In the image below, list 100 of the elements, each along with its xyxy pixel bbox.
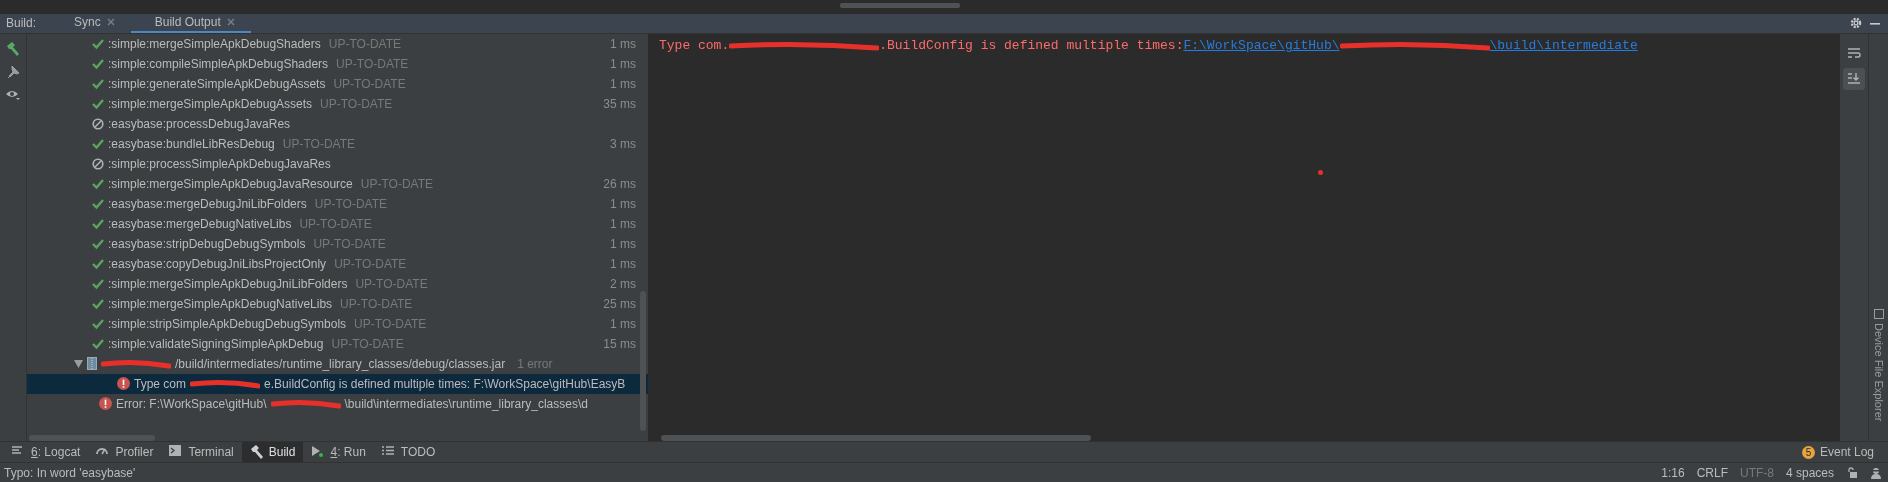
task-status: UP-TO-DATE: [334, 256, 407, 271]
file-link[interactable]: \build\intermediate: [1489, 38, 1638, 54]
check-icon: [92, 257, 104, 270]
device-icon: [1873, 308, 1884, 319]
scrollbar-thumb[interactable]: [640, 290, 646, 431]
check-icon: [92, 317, 104, 330]
task-name: :easybase:mergeDebugJniLibFolders: [108, 196, 307, 211]
eye-icon[interactable]: [5, 88, 21, 101]
task-status: UP-TO-DATE: [328, 36, 401, 51]
error-icon: [99, 397, 112, 411]
task-duration: 1 ms: [610, 36, 636, 51]
redaction-scribble: [101, 357, 171, 370]
play-icon: [311, 445, 326, 460]
status-message: Typo: In word 'easybase': [4, 465, 136, 480]
check-icon: [92, 177, 104, 190]
event-log-button[interactable]: 5 Event Log: [1801, 442, 1888, 463]
line-separator[interactable]: CRLF: [1696, 465, 1728, 480]
task-status: UP-TO-DATE: [314, 196, 387, 211]
task-duration: 1 ms: [610, 196, 636, 211]
caret-position[interactable]: 1:16: [1661, 465, 1685, 480]
task-duration: 3 ms: [610, 136, 636, 151]
task-duration: 1 ms: [610, 76, 636, 91]
tool-window-tab[interactable]: Build: [241, 442, 304, 463]
wrap-icon: [1847, 46, 1861, 59]
task-duration: 1 ms: [610, 56, 636, 71]
check-icon: [92, 297, 104, 310]
task-name: :easybase:mergeDebugNativeLibs: [108, 216, 292, 231]
task-name: :simple:mergeSimpleApkDebugJavaResource: [108, 176, 353, 191]
dot-mark: [1318, 169, 1323, 175]
tab[interactable]: Build Output: [130, 13, 251, 33]
row-text: Type com: [134, 376, 187, 391]
tool-window-tab[interactable]: Terminal: [161, 442, 242, 463]
task-name: :simple:mergeSimpleApkDebugShaders: [108, 36, 321, 51]
task-duration: 2 ms: [610, 276, 636, 291]
error-count: 1 error: [517, 356, 553, 371]
inspector-icon[interactable]: [1870, 466, 1882, 479]
redaction-scribble: [270, 397, 341, 410]
task-name: :simple:stripSimpleApkDebugDebugSymbols: [108, 316, 347, 331]
archive-icon: [87, 357, 97, 371]
tool-window-tab[interactable]: 4: Run: [303, 442, 374, 463]
close-icon: [106, 18, 115, 27]
scrollbar-thumb[interactable]: [840, 3, 960, 8]
error-message: Type com.: [659, 38, 730, 54]
row-text: \build\intermediates\runtime_library_classes\d: [344, 396, 588, 411]
notification-badge: 5: [1801, 445, 1815, 459]
task-name: :simple:mergeSimpleApkDebugNativeLibs: [108, 296, 333, 311]
tool-window-tab[interactable]: 6: Logcat: [4, 442, 89, 463]
check-icon: [92, 277, 104, 290]
task-name: :easybase:processDebugJavaRes: [108, 116, 291, 131]
task-name: :easybase:bundleLibResDebug: [108, 136, 275, 151]
task-name: :simple:compileSimpleApkDebugShaders: [108, 56, 329, 71]
task-status: UP-TO-DATE: [340, 296, 413, 311]
task-name: :easybase:copyDebugJniLibsProjectOnly: [108, 256, 327, 271]
task-duration: 35 ms: [603, 96, 636, 111]
task-name: :simple:validateSigningSimpleApkDebug: [108, 336, 324, 351]
check-icon: [92, 57, 104, 70]
scrollbar-thumb[interactable]: [29, 435, 155, 442]
task-duration: 1 ms: [610, 316, 636, 331]
task-status: UP-TO-DATE: [299, 216, 372, 231]
task-status: UP-TO-DATE: [355, 276, 428, 291]
file-link[interactable]: F:\WorkSpace\gitHub\: [1183, 38, 1340, 54]
check-icon: [92, 197, 104, 210]
task-status: UP-TO-DATE: [331, 336, 404, 351]
task-duration: 15 ms: [603, 336, 636, 351]
lock-icon[interactable]: [1846, 466, 1858, 479]
tool-window-tab[interactable]: TODO: [373, 442, 444, 463]
scrollbar-thumb[interactable]: [661, 435, 1091, 442]
hammer-icon[interactable]: [6, 41, 20, 56]
check-icon: [92, 37, 104, 50]
task-status: UP-TO-DATE: [282, 136, 356, 151]
tab[interactable]: Sync: [50, 13, 131, 33]
close-icon: [226, 18, 235, 27]
task-status: UP-TO-DATE: [320, 96, 393, 111]
skipped-icon: [92, 117, 104, 130]
check-icon: [92, 337, 104, 350]
task-duration: 25 ms: [603, 296, 636, 311]
side-panel-tab[interactable]: Device File Explorer: [1872, 322, 1885, 422]
task-name: :simple:mergeSimpleApkDebugAssets: [108, 96, 313, 111]
task-status: UP-TO-DATE: [336, 56, 409, 71]
task-duration: 1 ms: [610, 236, 636, 251]
tool-window-tab[interactable]: Profiler: [88, 442, 162, 463]
task-name: :simple:processSimpleApkDebugJavaRes: [108, 156, 331, 171]
scroll-to-end-icon: [1847, 72, 1861, 86]
check-icon: [92, 137, 104, 150]
task-status: UP-TO-DATE: [354, 316, 427, 331]
task-status: UP-TO-DATE: [360, 176, 433, 191]
task-name: :simple:generateSimpleApkDebugAssets: [108, 76, 326, 91]
task-status: UP-TO-DATE: [313, 236, 386, 251]
pin-icon[interactable]: [7, 65, 19, 79]
file-encoding: UTF-8: [1739, 465, 1774, 480]
indent-setting[interactable]: 4 spaces: [1785, 465, 1834, 480]
row-text: /build/intermediates/runtime_library_classes/debug/classes.jar: [175, 356, 506, 371]
row-text: Error: F:\WorkSpace\gitHub\: [116, 396, 267, 411]
row-text: e.BuildConfig is defined multiple times: F:\WorkSpace\gitHub\EasyB: [264, 376, 626, 391]
scroll-to-end-button[interactable]: [1843, 67, 1865, 90]
settings-icon[interactable]: [1850, 17, 1862, 30]
expand-arrow-icon[interactable]: [74, 359, 83, 368]
task-duration: 1 ms: [610, 216, 636, 231]
task-duration: 26 ms: [603, 176, 636, 191]
check-icon: [92, 217, 104, 230]
